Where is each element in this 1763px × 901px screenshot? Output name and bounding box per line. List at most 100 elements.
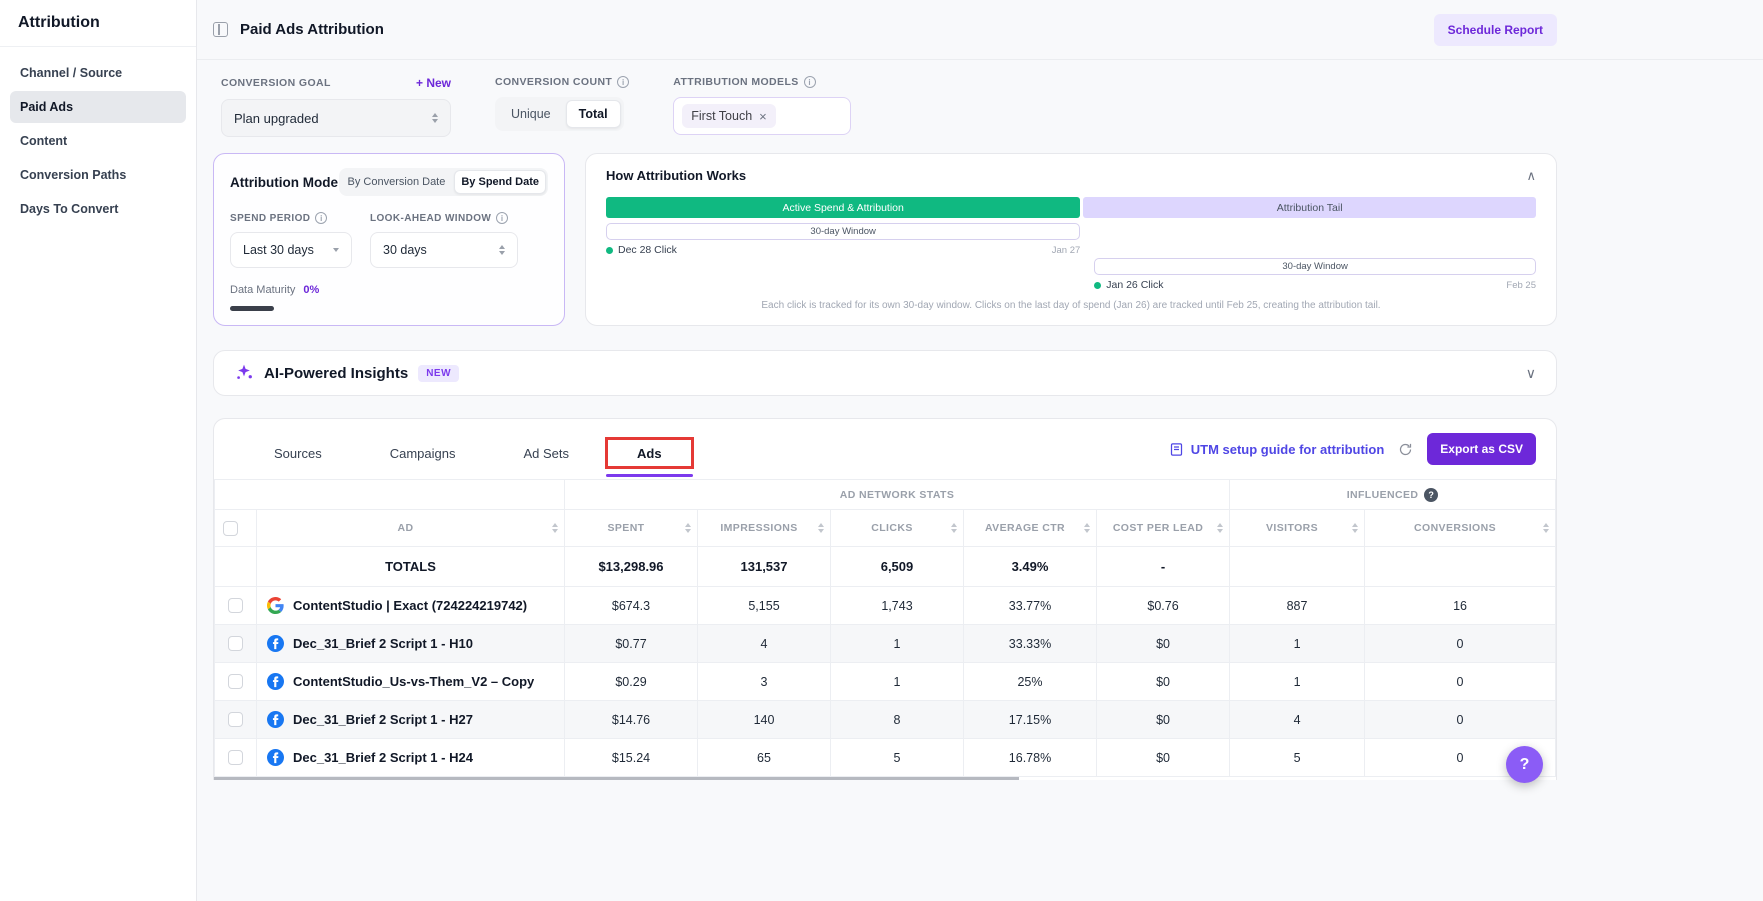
tab-ads-label: Ads (637, 446, 662, 461)
row-checkbox[interactable] (228, 712, 243, 727)
sort-icon[interactable] (951, 523, 957, 533)
help-fab-button[interactable]: ? (1506, 746, 1543, 783)
table-cell: $674.3 (565, 587, 698, 625)
mode-option-conversion-date[interactable]: By Conversion Date (341, 170, 453, 194)
date-right-label: Feb 25 (1506, 280, 1536, 291)
how-attribution-works-card: How Attribution Works ∧ Active Spend & A… (585, 153, 1557, 326)
sidebar-item-content[interactable]: Content (10, 125, 186, 157)
col-cost-per-lead[interactable]: COST PER LEAD (1097, 510, 1230, 547)
col-visitors[interactable]: VISITORS (1230, 510, 1365, 547)
col-spent[interactable]: SPENT (565, 510, 698, 547)
table-cell: $0 (1097, 739, 1230, 777)
info-icon[interactable]: i (496, 212, 508, 224)
sidebar-collapse-icon[interactable] (213, 22, 228, 37)
utm-setup-guide-link[interactable]: UTM setup guide for attribution (1169, 442, 1385, 457)
ad-name: Dec_31_Brief 2 Script 1 - H10 (293, 636, 473, 651)
how-it-works-title: How Attribution Works (606, 168, 746, 183)
row-checkbox[interactable] (228, 674, 243, 689)
info-icon[interactable]: i (315, 212, 327, 224)
table-cell: 1 (831, 663, 964, 701)
help-icon[interactable]: ? (1424, 488, 1438, 502)
click-right-label: Jan 26 Click (1106, 279, 1163, 291)
horizontal-scrollbar[interactable] (214, 777, 1019, 780)
sidebar-item-channel-source[interactable]: Channel / Source (10, 57, 186, 89)
look-ahead-label: LOOK-AHEAD WINDOW (370, 213, 491, 224)
tab-ad-sets[interactable]: Ad Sets (489, 436, 603, 477)
sidebar-nav: Channel / Source Paid Ads Content Conver… (0, 47, 196, 235)
col-ad[interactable]: AD (257, 510, 565, 547)
conversion-goal-select[interactable]: Plan upgraded (221, 99, 451, 137)
totals-label: TOTALS (257, 547, 565, 587)
attribution-mode-toggle: By Conversion Date By Spend Date (339, 168, 548, 196)
count-option-total[interactable]: Total (566, 100, 621, 128)
attribution-models-block: ATTRIBUTION MODELS i First Touch × (673, 76, 851, 135)
sort-icon[interactable] (1543, 523, 1549, 533)
table-cell: 4 (698, 625, 831, 663)
sidebar-item-days-to-convert[interactable]: Days To Convert (10, 193, 186, 225)
count-option-unique[interactable]: Unique (498, 100, 564, 128)
attribution-table-card: Sources Campaigns Ad Sets Ads (213, 418, 1557, 780)
col-average-ctr[interactable]: AVERAGE CTR (964, 510, 1097, 547)
row-checkbox[interactable] (228, 636, 243, 651)
tab-ads[interactable]: Ads (603, 436, 696, 477)
col-impressions[interactable]: IMPRESSIONS (698, 510, 831, 547)
model-chip-label: First Touch (691, 109, 752, 123)
tab-campaigns[interactable]: Campaigns (356, 436, 490, 477)
book-icon (1169, 442, 1184, 457)
ai-insights-card[interactable]: AI-Powered Insights NEW ∨ (213, 350, 1557, 396)
col-conversions[interactable]: CONVERSIONS (1365, 510, 1556, 547)
sort-icon[interactable] (818, 523, 824, 533)
new-goal-button[interactable]: + New (416, 76, 451, 90)
info-icon[interactable]: i (617, 76, 629, 88)
table-actions: UTM setup guide for attribution Export a… (1169, 433, 1536, 479)
look-ahead-select[interactable]: 30 days (370, 232, 518, 268)
conversion-count-label: CONVERSION COUNT (495, 76, 612, 88)
attribution-mode-title: Attribution Mode (230, 175, 338, 190)
table-cell: 65 (698, 739, 831, 777)
table-row: ContentStudio_Us-vs-Them_V2 – Copy $0.29… (215, 663, 1556, 701)
row-checkbox[interactable] (228, 750, 243, 765)
spend-period-field: SPEND PERIOD i Last 30 days (230, 212, 352, 268)
table-cell: 33.77% (964, 587, 1097, 625)
how-it-works-caption: Each click is tracked for its own 30-day… (606, 300, 1536, 311)
green-dot-icon (1094, 282, 1101, 289)
chevron-updown-icon (499, 245, 505, 255)
conversion-count-block: CONVERSION COUNT i Unique Total (495, 76, 629, 131)
sidebar-item-conversion-paths[interactable]: Conversion Paths (10, 159, 186, 191)
row-checkbox[interactable] (228, 598, 243, 613)
click-left-label: Dec 28 Click (618, 244, 677, 256)
tabs-row: Sources Campaigns Ad Sets Ads (214, 419, 1556, 479)
collapse-chevron-icon[interactable]: ∧ (1526, 169, 1536, 182)
totals-visitors (1230, 547, 1365, 587)
sidebar-item-paid-ads[interactable]: Paid Ads (10, 91, 186, 123)
schedule-report-button[interactable]: Schedule Report (1434, 14, 1557, 46)
attribution-models-input[interactable]: First Touch × (673, 97, 851, 135)
table-cell: 887 (1230, 587, 1365, 625)
totals-conversions (1365, 547, 1556, 587)
facebook-icon (267, 749, 284, 766)
export-csv-button[interactable]: Export as CSV (1427, 433, 1536, 465)
remove-model-icon[interactable]: × (759, 110, 767, 123)
mode-option-spend-date[interactable]: By Spend Date (454, 170, 546, 194)
sort-icon[interactable] (1352, 523, 1358, 533)
table-cell: 3 (698, 663, 831, 701)
table-cell: 8 (831, 701, 964, 739)
ads-table: AD NETWORK STATS INFLUENCED ? AD (214, 479, 1556, 777)
info-icon[interactable]: i (804, 76, 816, 88)
select-all-checkbox[interactable] (223, 521, 238, 536)
sort-icon[interactable] (1217, 523, 1223, 533)
table-cell: 1 (1230, 625, 1365, 663)
data-maturity-label: Data Maturity (230, 284, 295, 296)
table-cell: 0 (1365, 625, 1556, 663)
spend-period-select[interactable]: Last 30 days (230, 232, 352, 268)
refresh-icon[interactable] (1398, 442, 1413, 457)
tabs: Sources Campaigns Ad Sets Ads (240, 436, 696, 477)
window-bracket-right: 30-day Window (1094, 258, 1536, 275)
sort-icon[interactable] (685, 523, 691, 533)
tab-sources[interactable]: Sources (240, 436, 356, 477)
expand-chevron-icon[interactable]: ∨ (1526, 366, 1536, 380)
table-cell: 0 (1365, 701, 1556, 739)
col-clicks[interactable]: CLICKS (831, 510, 964, 547)
sort-icon[interactable] (552, 523, 558, 533)
sort-icon[interactable] (1084, 523, 1090, 533)
